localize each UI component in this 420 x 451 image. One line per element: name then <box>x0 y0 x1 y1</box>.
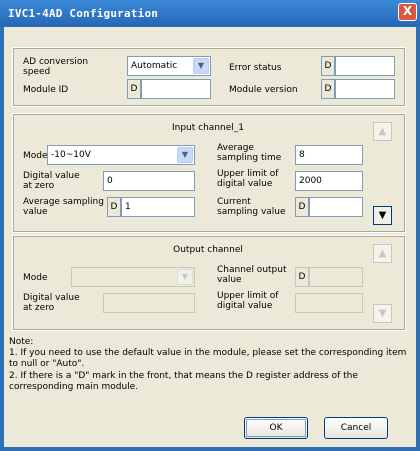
ad-conversion-speed-label: AD conversion speed <box>23 57 89 77</box>
average-sampling-time-field[interactable]: 8 <box>295 145 363 165</box>
chevron-down-icon[interactable]: ▼ <box>193 58 209 74</box>
input-upper-limit-label: Upper limit of digital value <box>217 169 279 189</box>
module-version-label: Module version <box>229 85 298 95</box>
output-mode-select[interactable]: ▼ <box>71 267 195 287</box>
close-button[interactable]: X <box>398 3 417 21</box>
dialog-window: IVC1-4AD Configuration X AD conversion s… <box>0 0 420 451</box>
input-upper-limit-field[interactable]: 2000 <box>295 171 363 191</box>
output-upper-limit-field[interactable] <box>295 293 363 313</box>
input-mode-value: -10~10V <box>51 150 91 160</box>
chevron-down-icon[interactable]: ▼ <box>177 147 193 163</box>
chevron-down-icon[interactable]: ▼ <box>177 269 193 285</box>
input-digital-zero-label: Digital value at zero <box>23 171 80 191</box>
output-channel-group: Output channel ▲ Mode ▼ Channel output v… <box>12 235 406 331</box>
window-title: IVC1-4AD Configuration <box>8 7 159 20</box>
dialog-client-area: AD conversion speed Automatic ▼ Error st… <box>4 27 416 447</box>
input-mode-label: Mode <box>23 151 48 161</box>
note-line-1: 1. If you need to use the default value … <box>9 348 407 369</box>
d-mark: D <box>295 197 309 217</box>
input-channel-group: Input channel_1 ▲ Mode -10~10V ▼ Average… <box>12 113 406 233</box>
module-version-field[interactable] <box>335 79 395 99</box>
output-mode-label: Mode <box>23 273 48 283</box>
average-sampling-value-label: Average sampling value <box>23 197 104 217</box>
d-mark: D <box>127 79 141 99</box>
d-mark: D <box>295 267 309 287</box>
output-digital-zero-label: Digital value at zero <box>23 293 80 313</box>
current-sampling-value-field[interactable] <box>309 197 363 217</box>
current-sampling-value-label: Current sampling value <box>217 197 286 217</box>
error-status-field[interactable] <box>335 56 395 76</box>
input-channel-title: Input channel_1 <box>171 123 244 133</box>
d-mark: D <box>107 197 121 217</box>
output-channel-title: Output channel <box>173 245 243 255</box>
title-bar[interactable]: IVC1-4AD Configuration X <box>0 0 420 26</box>
d-mark: D <box>321 79 335 99</box>
average-sampling-value-field[interactable]: 1 <box>121 197 195 217</box>
output-upper-limit-label: Upper limit of digital value <box>217 291 279 311</box>
output-digital-zero-field[interactable] <box>103 293 195 313</box>
module-id-label: Module ID <box>23 85 69 95</box>
note-heading: Note: <box>9 337 34 347</box>
ad-conversion-speed-value: Automatic <box>131 61 178 71</box>
module-info-group: AD conversion speed Automatic ▼ Error st… <box>12 47 406 107</box>
channel-output-value-label: Channel output value <box>217 265 287 285</box>
input-mode-select[interactable]: -10~10V ▼ <box>47 145 195 165</box>
average-sampling-time-label: Average sampling time <box>217 143 282 163</box>
ad-conversion-speed-select[interactable]: Automatic ▼ <box>127 56 211 76</box>
module-id-field[interactable] <box>141 79 211 99</box>
cancel-button[interactable]: Cancel <box>324 417 388 439</box>
down-arrow-icon[interactable]: ▼ <box>373 304 392 323</box>
note-line-2: 2. If there is a "D" mark in the front, … <box>9 371 358 392</box>
close-icon: X <box>402 4 413 18</box>
error-status-label: Error status <box>229 63 282 73</box>
channel-output-value-field[interactable] <box>309 267 363 287</box>
up-arrow-icon[interactable]: ▲ <box>373 244 392 263</box>
d-mark: D <box>321 56 335 76</box>
up-arrow-icon[interactable]: ▲ <box>373 122 392 141</box>
input-digital-zero-field[interactable]: 0 <box>103 171 195 191</box>
down-arrow-icon[interactable]: ▼ <box>373 206 392 225</box>
ok-button[interactable]: OK <box>244 417 308 439</box>
